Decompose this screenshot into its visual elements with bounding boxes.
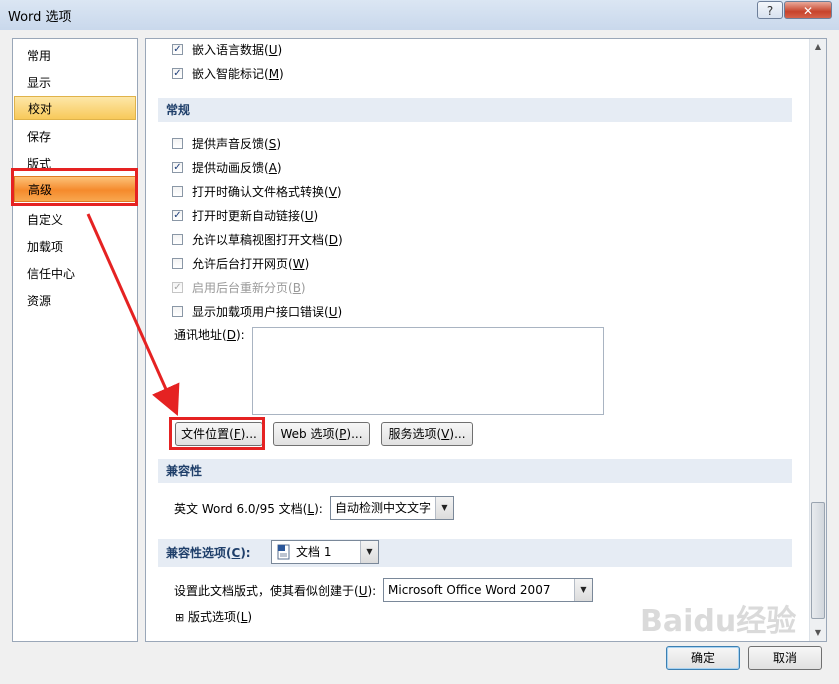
nav-item-popular[interactable]: 常用 bbox=[14, 44, 136, 68]
service-options-button[interactable]: 服务选项(V)... bbox=[381, 422, 473, 446]
checkbox[interactable] bbox=[172, 186, 183, 197]
advanced-options-panel: ✓ 嵌入语言数据(U) ✓ 嵌入智能标记(M) 常规 提供声音反馈(S) ✓ 提… bbox=[145, 38, 827, 642]
checkbox[interactable]: ✓ bbox=[172, 44, 183, 55]
nav-item-save[interactable]: 保存 bbox=[14, 125, 136, 149]
nav-item-display[interactable]: 显示 bbox=[14, 71, 136, 95]
dialog-client: 常用 显示 校对 保存 版式 高级 自定义 加载项 信任中心 资源 ✓ 嵌入语言… bbox=[0, 30, 839, 684]
checkbox[interactable] bbox=[172, 138, 183, 149]
mailing-address-label: 通讯地址(D): bbox=[174, 325, 245, 345]
mailing-address-textarea[interactable] bbox=[252, 327, 604, 415]
scroll-thumb[interactable] bbox=[811, 502, 825, 619]
annotation-box-file-locations bbox=[169, 417, 265, 450]
checkbox[interactable]: ✓ bbox=[172, 162, 183, 173]
cancel-button[interactable]: 取消 bbox=[748, 646, 822, 670]
checkbox[interactable] bbox=[172, 306, 183, 317]
nav-item-addins[interactable]: 加载项 bbox=[14, 235, 136, 259]
scroll-up-arrow-icon[interactable]: ▲ bbox=[810, 39, 826, 55]
english-word-doc-dropdown[interactable]: 自动检测中文文字 ▼ bbox=[330, 496, 454, 520]
checkbox: ✓ bbox=[172, 282, 183, 293]
web-options-button[interactable]: Web 选项(P)... bbox=[273, 422, 370, 446]
layout-options-expander[interactable]: ⊞ 版式选项(L) bbox=[175, 607, 252, 628]
help-button[interactable]: ? bbox=[757, 1, 783, 19]
checkbox[interactable]: ✓ bbox=[172, 68, 183, 79]
chevron-down-icon[interactable]: ▼ bbox=[435, 497, 453, 519]
nav-item-resources[interactable]: 资源 bbox=[14, 289, 136, 313]
annotation-box-advanced bbox=[11, 168, 138, 206]
title-bar: Word 选项 ? ✕ bbox=[0, 0, 839, 30]
expand-plus-icon[interactable]: ⊞ bbox=[175, 611, 184, 624]
section-header-compat-options: 兼容性选项(C): bbox=[158, 539, 792, 567]
nav-item-trust-center[interactable]: 信任中心 bbox=[14, 262, 136, 286]
scroll-down-arrow-icon[interactable]: ▼ bbox=[810, 625, 826, 641]
nav-item-proofing[interactable]: 校对 bbox=[14, 96, 136, 120]
vertical-scrollbar[interactable]: ▲ ▼ bbox=[809, 39, 827, 641]
layout-created-in-label: 设置此文档版式，使其看似创建于(U): bbox=[174, 581, 376, 601]
document-select-dropdown[interactable]: 文档 1 ▼ bbox=[271, 540, 379, 564]
watermark: Baidu经验 bbox=[640, 596, 796, 640]
close-button[interactable]: ✕ bbox=[784, 1, 832, 19]
chevron-down-icon[interactable]: ▼ bbox=[360, 541, 378, 563]
section-header-compatibility: 兼容性 bbox=[158, 459, 792, 483]
checkbox[interactable] bbox=[172, 258, 183, 269]
window-title: Word 选项 bbox=[8, 6, 72, 25]
section-header-general: 常规 bbox=[158, 98, 792, 122]
nav-item-customize[interactable]: 自定义 bbox=[14, 208, 136, 232]
layout-version-dropdown[interactable]: Microsoft Office Word 2007 ▼ bbox=[383, 578, 593, 602]
word-document-icon bbox=[277, 544, 291, 560]
english-word-doc-label: 英文 Word 6.0/95 文档(L): bbox=[174, 499, 323, 519]
checkbox[interactable] bbox=[172, 234, 183, 245]
ok-button[interactable]: 确定 bbox=[666, 646, 740, 670]
category-list: 常用 显示 校对 保存 版式 高级 自定义 加载项 信任中心 资源 bbox=[12, 38, 138, 642]
checkbox[interactable]: ✓ bbox=[172, 210, 183, 221]
chevron-down-icon[interactable]: ▼ bbox=[574, 579, 592, 601]
